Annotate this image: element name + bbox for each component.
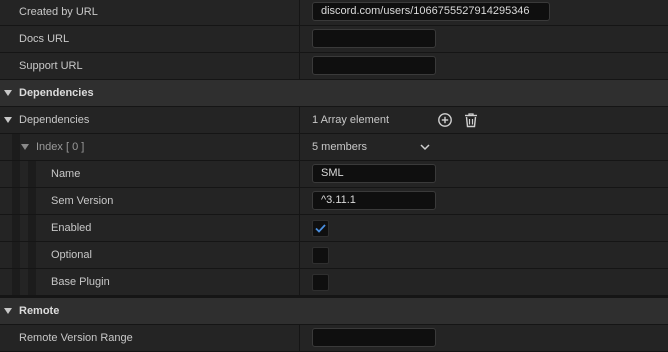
optional-row: Optional <box>0 242 668 269</box>
trash-icon[interactable] <box>463 112 479 128</box>
base-plugin-label: Base Plugin <box>51 276 110 288</box>
enabled-checkbox[interactable] <box>312 220 329 237</box>
indent-guide <box>12 215 20 241</box>
column-divider <box>299 161 300 187</box>
column-divider <box>299 134 300 160</box>
chevron-down-icon[interactable] <box>419 142 431 152</box>
docs-url-field[interactable] <box>312 29 436 48</box>
base-plugin-checkbox[interactable] <box>312 274 329 291</box>
support-url-field[interactable] <box>312 56 436 75</box>
column-divider <box>299 188 300 214</box>
indent-guide <box>28 215 36 241</box>
collapse-arrow-icon[interactable] <box>21 144 29 150</box>
dependencies-label: Dependencies <box>19 114 90 126</box>
sem-version-label: Sem Version <box>51 195 114 207</box>
checkmark-icon <box>315 224 326 233</box>
column-divider <box>299 215 300 241</box>
support-url-label: Support URL <box>19 60 83 72</box>
member-count: 5 members <box>312 141 368 153</box>
enabled-row: Enabled <box>0 215 668 242</box>
support-url-row: Support URL <box>0 53 668 80</box>
indent-guide <box>28 242 36 268</box>
column-divider <box>299 0 300 25</box>
indent-guide <box>12 134 20 160</box>
column-divider <box>299 107 300 133</box>
name-label: Name <box>51 168 81 180</box>
sem-version-row: Sem Version ^3.11.1 <box>0 188 668 215</box>
name-row: Name SML <box>0 161 668 188</box>
indent-guide <box>28 188 36 214</box>
dependencies-section-title: Dependencies <box>19 87 94 99</box>
details-panel: Created by URL discord.com/users/1066755… <box>0 0 668 352</box>
sem-version-field[interactable]: ^3.11.1 <box>312 191 436 210</box>
dependencies-section-header[interactable]: Dependencies <box>0 80 668 107</box>
column-divider <box>299 53 300 79</box>
remote-section-header[interactable]: Remote <box>0 298 668 325</box>
array-index-row: Index [ 0 ] 5 members <box>0 134 668 161</box>
column-divider <box>299 325 300 351</box>
remote-section-title: Remote <box>19 305 60 317</box>
add-element-icon[interactable] <box>437 112 453 128</box>
created-by-url-label: Created by URL <box>19 6 98 18</box>
indent-guide <box>12 161 20 187</box>
array-count: 1 Array element <box>312 114 390 126</box>
created-by-url-row: Created by URL discord.com/users/1066755… <box>0 0 668 26</box>
column-divider <box>299 242 300 268</box>
column-divider <box>299 26 300 52</box>
dependencies-array-row: Dependencies 1 Array element <box>0 107 668 134</box>
indent-guide <box>12 188 20 214</box>
base-plugin-row: Base Plugin <box>0 269 668 296</box>
collapse-arrow-icon[interactable] <box>4 90 12 96</box>
remote-version-range-label: Remote Version Range <box>19 332 133 344</box>
collapse-arrow-icon[interactable] <box>4 117 12 123</box>
docs-url-label: Docs URL <box>19 33 70 45</box>
indent-guide <box>28 161 36 187</box>
enabled-label: Enabled <box>51 222 92 234</box>
indent-guide <box>12 242 20 268</box>
remote-version-range-row: Remote Version Range <box>0 325 668 352</box>
collapse-arrow-icon[interactable] <box>4 308 12 314</box>
index-label: Index [ 0 ] <box>36 141 85 153</box>
column-divider <box>299 269 300 295</box>
indent-guide <box>12 269 20 295</box>
docs-url-row: Docs URL <box>0 26 668 53</box>
indent-guide <box>28 269 36 295</box>
optional-checkbox[interactable] <box>312 247 329 264</box>
created-by-url-field[interactable]: discord.com/users/1066755527914295346 <box>312 2 550 21</box>
optional-label: Optional <box>51 249 92 261</box>
remote-version-range-field[interactable] <box>312 328 436 347</box>
name-field[interactable]: SML <box>312 164 436 183</box>
